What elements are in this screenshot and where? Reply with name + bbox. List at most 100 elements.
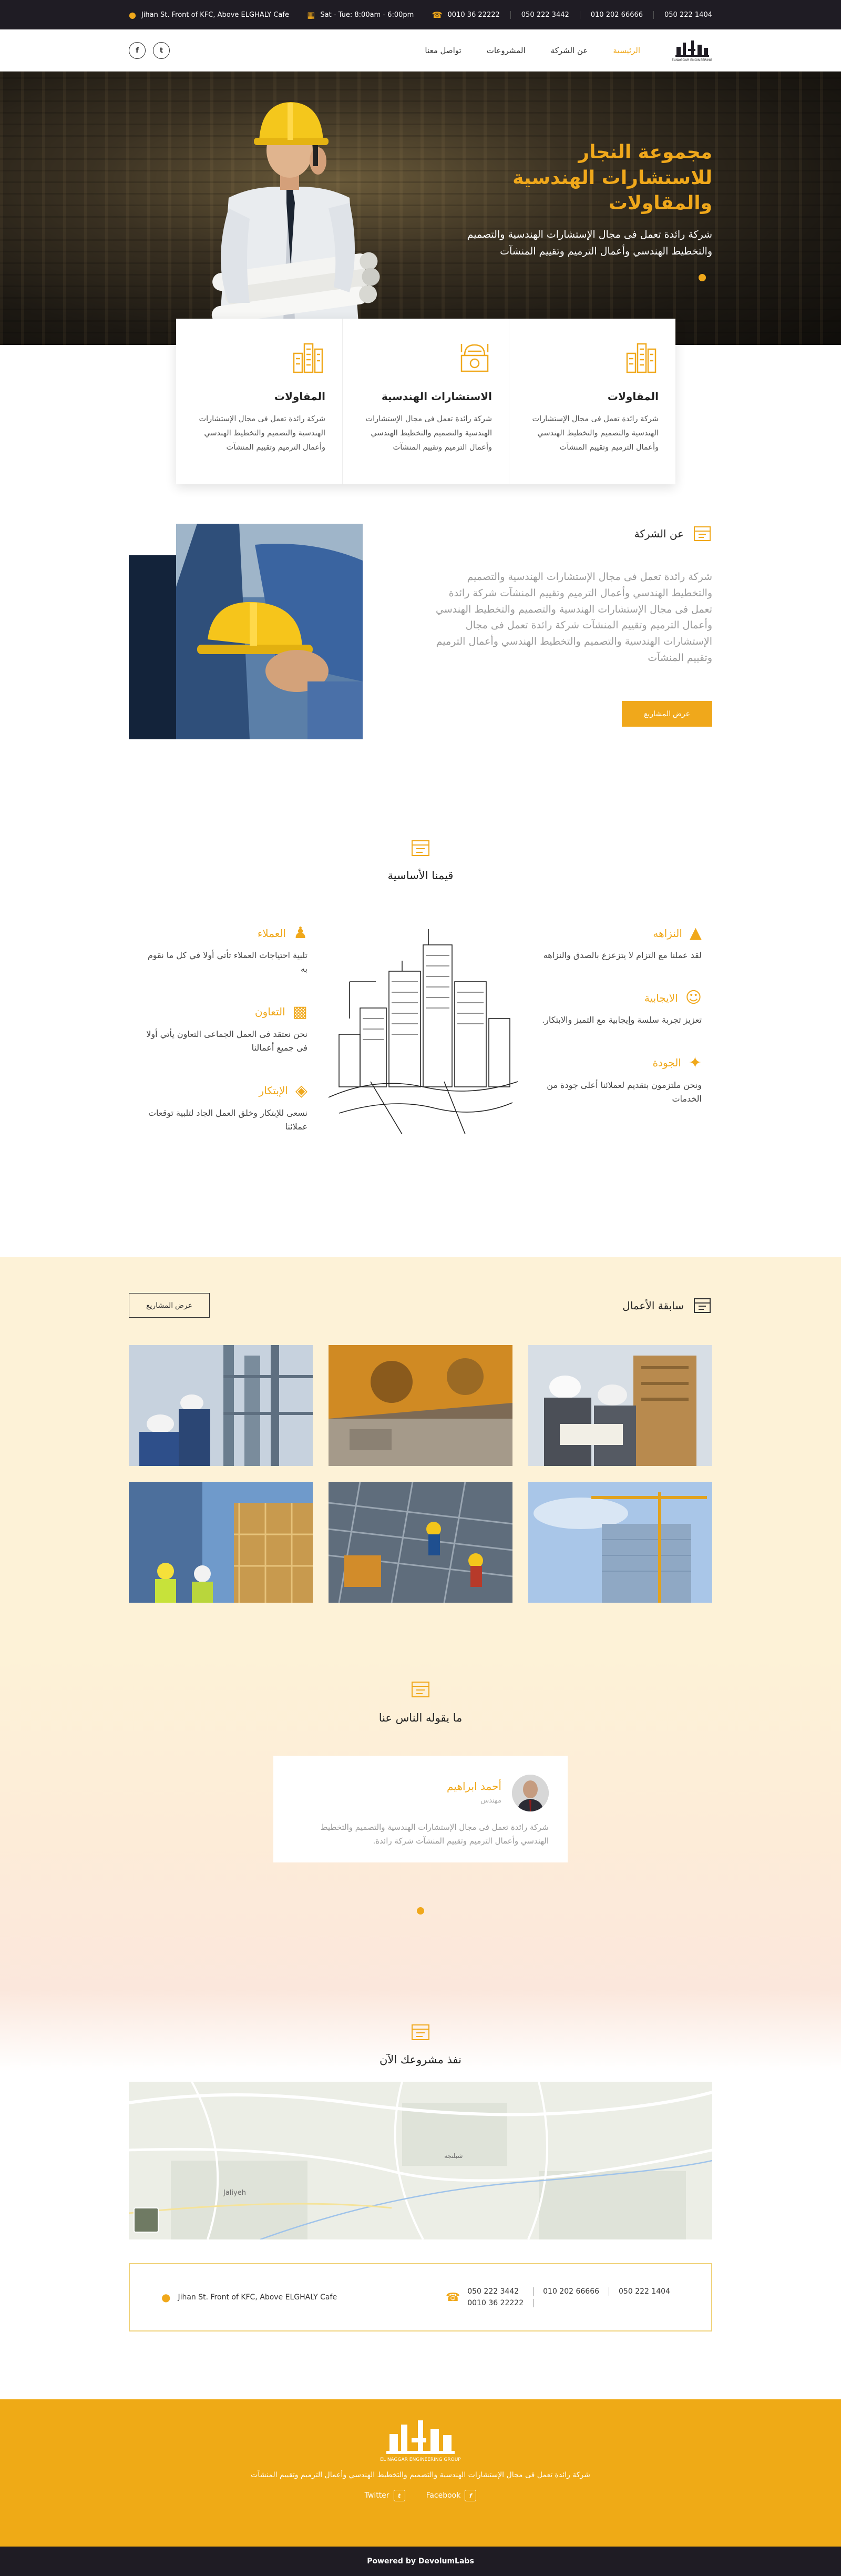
hours-info: ▦ Sat - Tue: 8:00am - 6:00pm (307, 10, 414, 20)
blueprint-icon (694, 1298, 711, 1313)
values-column-left: ♟ العملاء تلبية احتياجات العملاء تأتي أول… (139, 924, 307, 1160)
services-cards: المقاولات شركة رائدة تعمل فى مجال الإستش… (0, 319, 841, 484)
site-footer: EL NAGGAR ENGINEERING GROUP شركة رائدة ت… (0, 2399, 841, 2547)
value-text: لقد عملنا مع التزام لا يتزعزع بالصدق وال… (543, 950, 702, 960)
buildings-icon (293, 343, 323, 373)
top-bar: ● Jihan St. Front of KFC, Above ELGHALY … (0, 0, 841, 29)
phone-number[interactable]: 050 222 1404 (609, 2287, 680, 2296)
social-links: f t (129, 42, 170, 59)
location-map[interactable]: Jaliyeh شبلنجه (129, 2082, 712, 2239)
phone-number[interactable]: 050 222 3442 (467, 2287, 534, 2296)
view-projects-button[interactable]: عرض المشاريع (129, 1293, 210, 1318)
value-text: نسعى للإبتكار وخلق العمل الجاد لتلبية تو… (148, 1107, 307, 1132)
thumbs-up-icon: ▲ (689, 924, 702, 942)
phone-icon: ☎ (445, 2290, 460, 2304)
blueprint-icon (412, 1682, 429, 1697)
hero-description: شركة رائدة تعمل فى مجال الإستشارات الهند… (467, 228, 712, 258)
contact-info-box: ● Jihan St. Front of KFC, Above ELGHALY … (129, 2263, 712, 2331)
testimonial-card: أحمد ابراهيم مهندس شركة رائدة تعمل فى مج… (273, 1756, 568, 1862)
core-values-section: قيمنا الأساسية ▲ النزاهه لقد عملنا مع الت… (129, 837, 712, 1257)
address-info: ● Jihan St. Front of KFC, Above ELGHALY … (129, 10, 289, 20)
phone-number[interactable]: 050 222 3442 (511, 11, 580, 19)
facebook-icon: f (465, 2490, 477, 2501)
footer-facebook-link[interactable]: f Facebook (426, 2490, 477, 2501)
phone-number[interactable]: 010 202 66666 (534, 2287, 610, 2296)
project-tile-heavy-machinery[interactable] (329, 1345, 512, 1466)
slider-dot[interactable] (699, 274, 706, 281)
slider-dot[interactable] (417, 1907, 424, 1915)
footer-twitter-link[interactable]: t Twitter (365, 2490, 405, 2501)
about-heading: عن الشركة (634, 527, 684, 540)
contact-heading: نفذ مشروعك الآن (379, 2053, 461, 2066)
values-column-right: ▲ النزاهه لقد عملنا مع التزام لا يتزعزع ب… (534, 924, 702, 1133)
powered-by-text[interactable]: Powered by DevolumLabs (367, 2557, 474, 2565)
logo-caption: ELNAGGAR ENGINEERING (672, 58, 712, 62)
phone-icon: ☎ (432, 9, 443, 20)
service-text: شركة رائدة تعمل فى مجال الإستشارات الهند… (199, 415, 326, 452)
calendar-icon: ▦ (307, 9, 315, 20)
testimonial-name: أحمد ابراهيم (447, 1780, 501, 1793)
nav-item-about[interactable]: عن الشركة (551, 46, 588, 55)
contact-phones: ☎ 050 222 3442 010 202 66666 050 222 140… (446, 2287, 680, 2307)
satellite-toggle-icon[interactable] (134, 2207, 159, 2233)
site-logo[interactable]: ELNAGGAR ENGINEERING (672, 39, 712, 62)
value-item: ☺ الايجابية تعزيز تجربة سلسة وإيجابية مع … (534, 989, 702, 1027)
testimonial-role: مهندس (480, 1797, 501, 1805)
about-image (129, 524, 363, 739)
hours-text: Sat - Tue: 8:00am - 6:00pm (320, 11, 414, 19)
location-pin-icon: ● (161, 2291, 171, 2304)
service-title: المقاولات (274, 390, 325, 403)
service-card: المقاولات شركة رائدة تعمل فى مجال الإستش… (509, 319, 675, 484)
location-pin-icon: ● (129, 9, 136, 20)
project-tile-crane-sky[interactable] (528, 1482, 712, 1603)
value-title: الايجابية (644, 991, 678, 1004)
phone-number[interactable]: 0010 36 22222 (467, 2299, 534, 2307)
phone-number[interactable]: 010 202 66666 (580, 11, 654, 19)
footer-logo[interactable]: EL NAGGAR ENGINEERING GROUP (0, 2418, 841, 2462)
facebook-icon[interactable]: f (129, 42, 146, 59)
service-card: الاستشارات الهندسية شركة رائدة تعمل فى م… (342, 319, 509, 484)
value-title: العملاء (257, 926, 286, 940)
twitter-icon[interactable]: t (153, 42, 170, 59)
about-description: شركة رائدة تعمل فى مجال الإستشارات الهند… (436, 571, 712, 664)
map-label-town: شبلنجه (444, 2152, 463, 2160)
footer-social-links: f Facebook t Twitter (0, 2490, 841, 2501)
about-text-block: عن الشركة شركة رائدة تعمل فى مجال الإستش… (428, 524, 712, 727)
project-tile-site-workers-rebar[interactable] (329, 1482, 512, 1603)
value-title: النزاهه (653, 926, 682, 940)
portfolio-heading: سابقة الأعمال (622, 1299, 684, 1312)
twitter-label: Twitter (364, 2491, 389, 2500)
phone-number[interactable]: 050 222 1404 (654, 11, 712, 19)
view-projects-button[interactable]: عرض المشاريع (621, 700, 712, 727)
map-canvas[interactable]: Jaliyeh شبلنجه (129, 2082, 712, 2239)
portfolio-section: سابقة الأعمال عرض المشاريع (0, 1257, 841, 1646)
project-tile-refinery-workers[interactable] (129, 1345, 313, 1466)
nav-item-home[interactable]: الرئيسية (613, 46, 640, 55)
project-tile-engineers-with-plans[interactable] (528, 1345, 712, 1466)
nav-item-projects[interactable]: المشروعات (487, 46, 526, 55)
address-text: Jihan St. Front of KFC, Above ELGHALY Ca… (141, 11, 289, 19)
service-card: المقاولات شركة رائدة تعمل فى مجال الإستش… (176, 319, 342, 484)
value-item: ✦ الجودة ونحن ملتزمون بتقديم لعملائنا أعل… (534, 1054, 702, 1106)
footer-logo-caption: EL NAGGAR ENGINEERING GROUP (380, 2457, 461, 2462)
values-heading: قيمنا الأساسية (387, 869, 454, 882)
hero-banner: مجموعة النجار للاستشارات الهندسية والمقا… (0, 72, 841, 345)
blueprint-icon (694, 526, 711, 541)
value-text: ونحن ملتزمون بتقديم لعملائنا أعلى جودة م… (547, 1080, 702, 1104)
about-section: عن الشركة شركة رائدة تعمل فى مجال الإستش… (129, 524, 712, 797)
testimonials-heading: ما يقوله الناس عنا (378, 1712, 463, 1724)
logo-mark-icon (675, 40, 709, 57)
nav-item-contact[interactable]: تواصل معنا (425, 46, 461, 55)
phones-info: ☎ 0010 36 22222 050 222 3442 010 202 666… (432, 10, 712, 20)
value-item: ♟ العملاء تلبية احتياجات العملاء تأتي أول… (139, 924, 307, 976)
people-icon: ♟ (293, 924, 307, 942)
engineering-icon (460, 344, 489, 372)
value-text: تلبية احتياجات العملاء تأتي أولا في كل م… (147, 950, 307, 974)
project-tile-workers-scaffold[interactable] (129, 1482, 313, 1603)
service-title: الاستشارات الهندسية (381, 390, 492, 403)
engineer-with-helmet-image (211, 102, 380, 345)
buildings-icon (626, 343, 657, 373)
handshake-icon: ▩ (292, 1002, 307, 1021)
phone-number[interactable]: 0010 36 22222 (448, 11, 511, 19)
logo-mark-icon (386, 2420, 455, 2454)
